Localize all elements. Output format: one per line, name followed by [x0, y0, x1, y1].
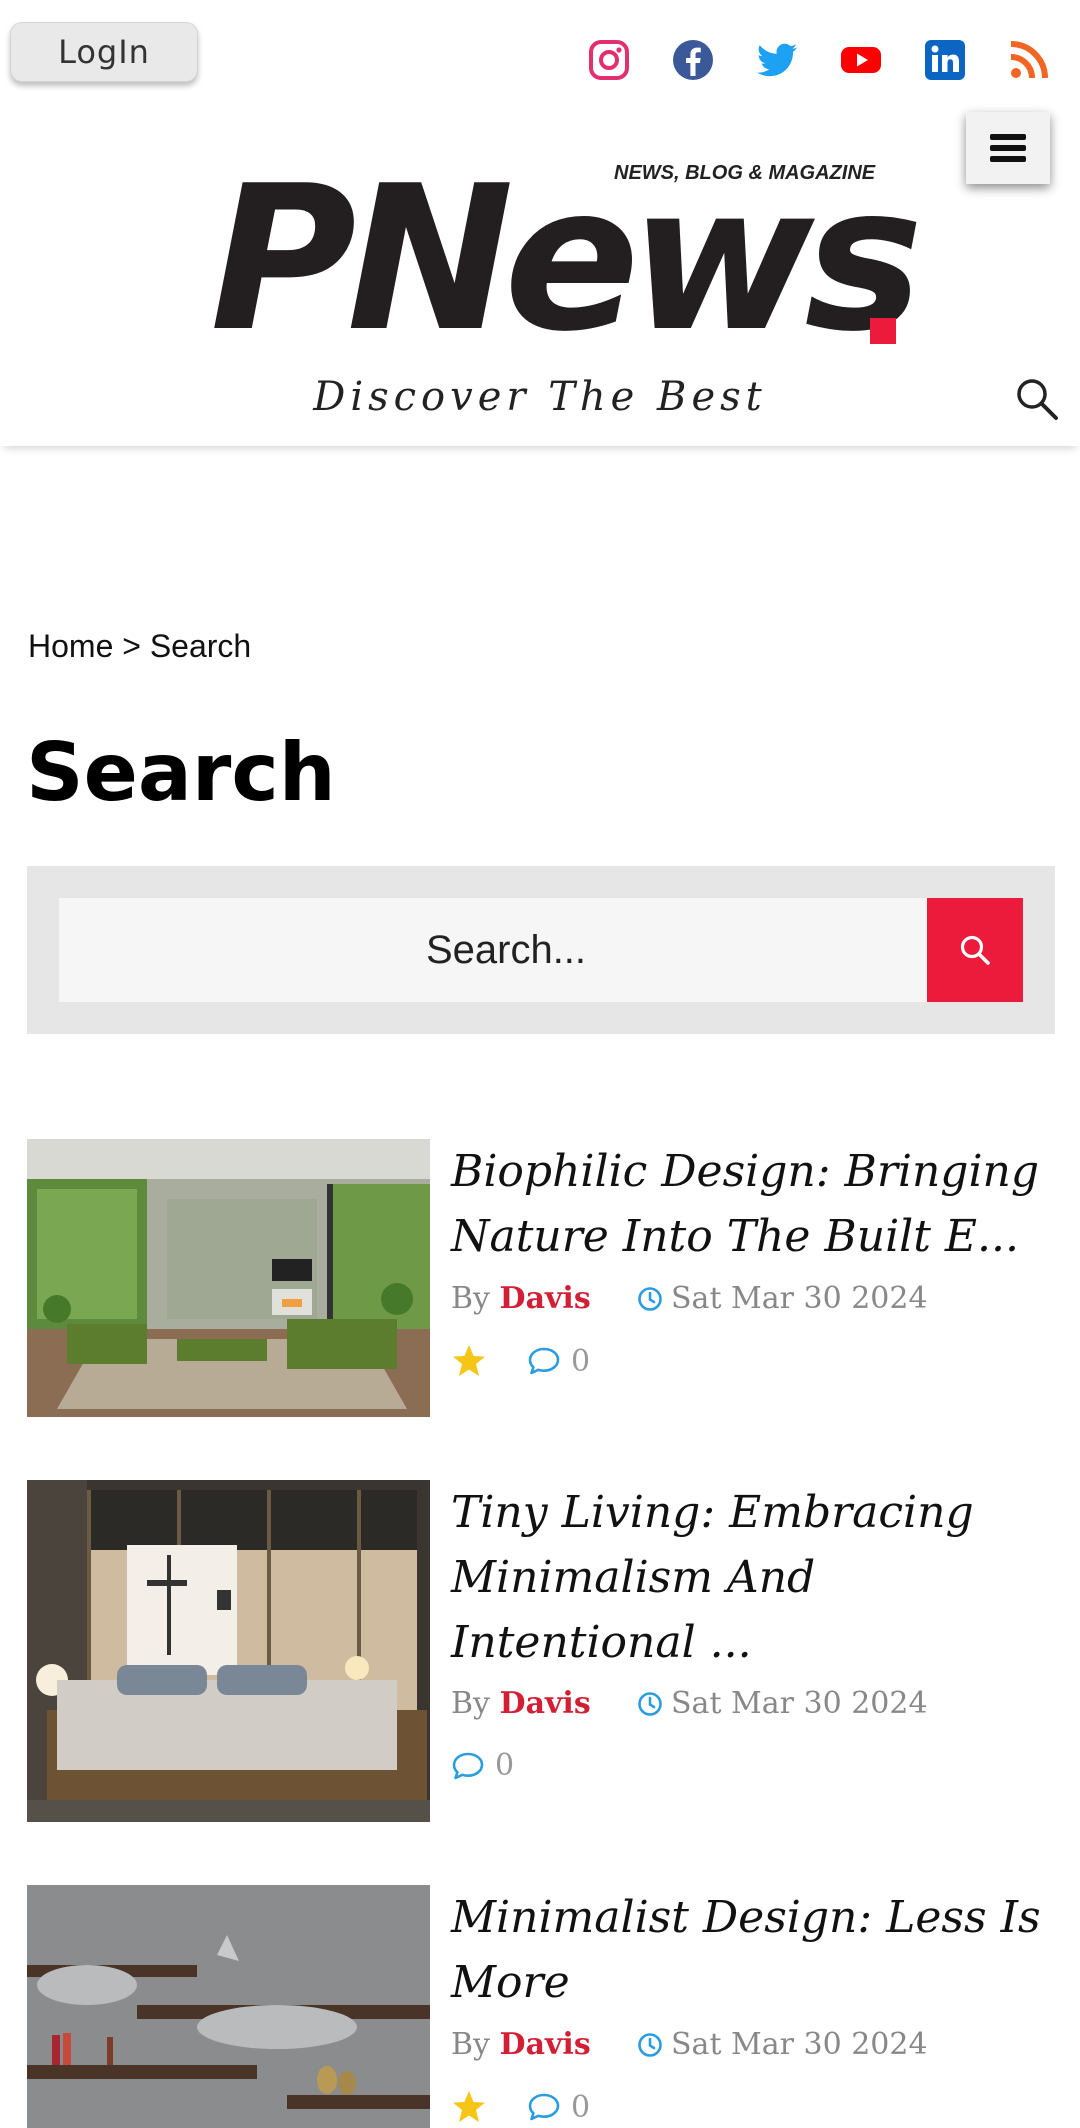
twitter-icon[interactable]	[753, 36, 801, 84]
article-meta: By Davis Sat Mar 30 2024	[451, 2027, 928, 2062]
facebook-icon[interactable]	[669, 36, 717, 84]
article-title[interactable]: Tiny Living: Embracing Minimalism And In…	[451, 1480, 1051, 1675]
article-title[interactable]: Minimalist Design: Less Is More	[451, 1885, 1051, 2015]
page-title: Search	[26, 726, 336, 819]
instagram-icon[interactable]	[585, 36, 633, 84]
rss-icon[interactable]	[1005, 36, 1053, 84]
article-thumbnail[interactable]	[27, 1480, 430, 1822]
article-stats: 0	[451, 2089, 590, 2125]
breadcrumb-home-link[interactable]: Home	[28, 628, 113, 664]
star-icon	[453, 1345, 485, 1376]
comment-icon	[528, 2093, 560, 2121]
search-icon	[960, 935, 990, 965]
breadcrumb-separator: >	[122, 628, 141, 664]
comment-icon	[452, 1752, 484, 1779]
article-thumbnail[interactable]	[27, 1885, 430, 2128]
comments-link[interactable]: 0	[527, 1344, 590, 1379]
article-date: Sat Mar 30 2024	[637, 1281, 928, 1316]
article-date-text: Sat Mar 30 2024	[671, 2027, 928, 2062]
youtube-icon[interactable]	[837, 36, 885, 84]
linkedin-icon[interactable]	[921, 36, 969, 84]
article-author[interactable]: Davis	[500, 2027, 591, 2062]
article-meta: By Davis Sat Mar 30 2024	[451, 1281, 928, 1316]
article-date-text: Sat Mar 30 2024	[671, 1686, 928, 1721]
article-thumbnail[interactable]	[27, 1139, 430, 1417]
article-author[interactable]: Davis	[500, 1281, 591, 1316]
site-header: PNews NEWS, BLOG & MAGAZINE Discover The…	[0, 112, 1080, 446]
menu-button[interactable]	[966, 112, 1050, 184]
search-panel	[27, 866, 1055, 1034]
logo-accent-dot	[870, 318, 896, 344]
byline-prefix: By	[451, 2027, 490, 2062]
comment-count: 0	[571, 2089, 591, 2125]
article-date: Sat Mar 30 2024	[637, 2027, 928, 2062]
search-icon[interactable]	[1014, 376, 1060, 422]
article-title[interactable]: Biophilic Design: Bringing Nature Into T…	[451, 1139, 1051, 1269]
byline-prefix: By	[451, 1281, 490, 1316]
article-meta: By Davis Sat Mar 30 2024	[451, 1686, 928, 1721]
article-stats: 0	[451, 1748, 514, 1783]
article-author[interactable]: Davis	[500, 1686, 591, 1721]
article-stats: 0	[451, 1343, 590, 1379]
clock-icon	[638, 2032, 662, 2057]
breadcrumb-current: Search	[149, 628, 252, 664]
clock-icon	[638, 1691, 662, 1716]
breadcrumb: Home > Search	[28, 628, 251, 665]
social-links	[0, 36, 1080, 84]
comment-icon	[528, 1347, 560, 1375]
star-icon	[453, 2091, 485, 2122]
article-date: Sat Mar 30 2024	[637, 1686, 928, 1721]
search-submit-button[interactable]	[927, 898, 1023, 1002]
byline-prefix: By	[451, 1686, 490, 1721]
site-logo[interactable]: PNews	[210, 160, 923, 360]
top-bar: LogIn	[0, 0, 1080, 112]
comments-link[interactable]: 0	[527, 2090, 590, 2125]
clock-icon	[638, 1286, 662, 1311]
site-tagline: NEWS, BLOG & MAGAZINE	[614, 162, 876, 184]
comment-count: 0	[495, 1748, 515, 1783]
article-date-text: Sat Mar 30 2024	[671, 1281, 928, 1316]
comment-count: 0	[571, 1343, 591, 1379]
search-input[interactable]	[59, 898, 953, 1002]
site-slogan: Discover The Best	[313, 374, 767, 420]
comments-link[interactable]: 0	[451, 1748, 514, 1783]
hamburger-icon	[990, 134, 1026, 162]
